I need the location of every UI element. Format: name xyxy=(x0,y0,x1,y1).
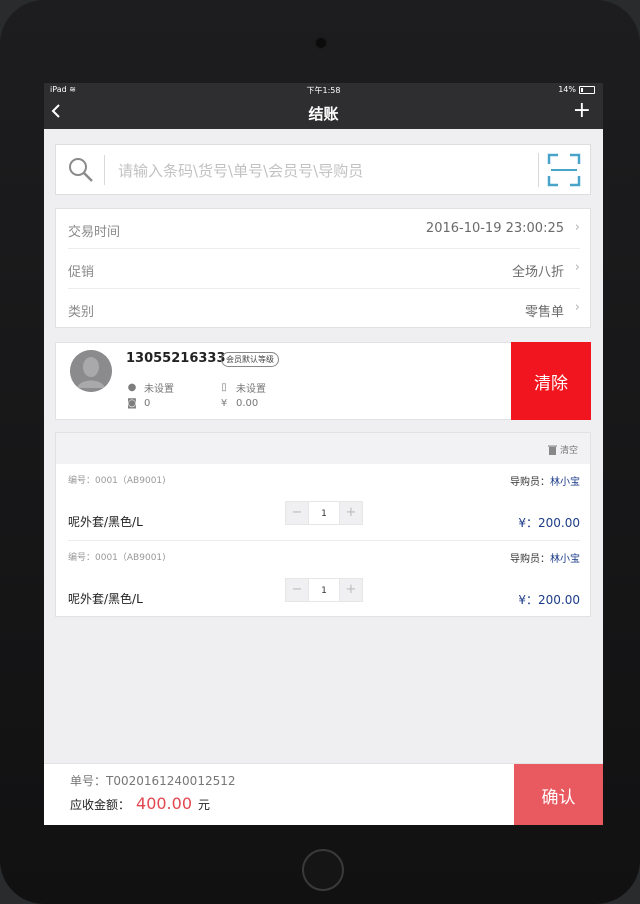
clear-cart-button[interactable]: 清空 xyxy=(547,443,578,456)
battery-icon xyxy=(579,85,595,94)
amount-currency: 元 xyxy=(198,798,211,812)
promo-row[interactable]: 促销 全场八折 › xyxy=(68,249,580,289)
order-number: 单号：T0020161240012512 xyxy=(70,774,236,788)
chevron-right-icon: › xyxy=(574,300,580,315)
member-phone: 13055216333 xyxy=(126,351,226,366)
add-button[interactable]: + xyxy=(573,98,591,123)
screen: iPad ≋ 下午1:58 14% 结账 + 请输入条码\货号\单号\会员号\导… xyxy=(44,83,603,825)
scan-icon[interactable] xyxy=(545,151,583,189)
page-title: 结账 xyxy=(308,105,339,123)
decrease-button[interactable]: − xyxy=(285,501,309,525)
status-time: 下午1:58 xyxy=(306,86,341,95)
status-bar: iPad ≋ 下午1:58 14% xyxy=(44,83,603,97)
item-guide: 导购员：林小宝 xyxy=(510,477,580,488)
quantity-value[interactable]: 1 xyxy=(309,578,339,602)
amount-due: 应收金额： 400.00 元 xyxy=(70,794,210,813)
item-price: ¥：200.00 xyxy=(518,593,580,607)
tablet-frame: iPad ≋ 下午1:58 14% 结账 + 请输入条码\货号\单号\会员号\导… xyxy=(0,0,640,904)
member-card: 13055216333 会员默认等级 ● 未设置 ▯ 未设置 ◙ 0 ¥ 0.0… xyxy=(55,342,591,420)
user-avatar-icon xyxy=(70,350,112,392)
increase-button[interactable]: + xyxy=(339,578,363,602)
phone-icon: ▯ xyxy=(221,382,227,393)
trash-icon xyxy=(547,445,557,455)
clear-member-button[interactable]: 清除 xyxy=(511,342,591,420)
amount-value: 400.00 xyxy=(136,794,192,813)
scan-divider xyxy=(538,153,539,187)
person-icon: ● xyxy=(127,382,137,393)
member-balance-field: ¥ 0.00 xyxy=(218,398,258,409)
quantity-value[interactable]: 1 xyxy=(309,501,339,525)
item-code: 编号：0001（AB9001) xyxy=(68,553,166,563)
member-name-field: ● 未设置 xyxy=(127,382,174,395)
member-level-badge: 会员默认等级 xyxy=(221,352,279,367)
item-name: 呢外套/黑色/L xyxy=(68,515,143,529)
promo-label: 促销 xyxy=(68,265,95,280)
avatar xyxy=(70,350,112,392)
category-row[interactable]: 类别 零售单 › xyxy=(68,289,580,328)
amount-label: 应收金额： xyxy=(70,798,131,812)
item-price: ¥：200.00 xyxy=(518,516,580,530)
category-value: 零售单 xyxy=(524,305,564,320)
cart-header: 清空 xyxy=(56,433,590,464)
trade-time-row[interactable]: 交易时间 2016-10-19 23:00:25 › xyxy=(68,209,580,249)
trade-time-value: 2016-10-19 23:00:25 xyxy=(425,221,564,236)
item-name: 呢外套/黑色/L xyxy=(68,592,143,606)
home-button[interactable] xyxy=(302,849,344,891)
trade-time-label: 交易时间 xyxy=(68,225,121,240)
item-code: 编号：0001（AB9001) xyxy=(68,476,166,486)
status-battery: 14% xyxy=(558,85,595,94)
cart-item[interactable]: 编号：0001（AB9001) 导购员：林小宝 − 1 + 呢外套/黑色/L ¥… xyxy=(68,464,580,541)
cart-list: 清空 编号：0001（AB9001) 导购员：林小宝 − 1 + 呢外套/黑色/… xyxy=(55,432,591,617)
cart-item[interactable]: 编号：0001（AB9001) 导购员：林小宝 − 1 + 呢外套/黑色/L ¥… xyxy=(68,541,580,617)
chevron-right-icon: › xyxy=(574,260,580,275)
promo-value: 全场八折 xyxy=(511,265,564,280)
increase-button[interactable]: + xyxy=(339,501,363,525)
transaction-info: 交易时间 2016-10-19 23:00:25 › 促销 全场八折 › 类别 … xyxy=(55,208,591,328)
confirm-button[interactable]: 确认 xyxy=(514,764,603,825)
quantity-stepper: − 1 + xyxy=(285,578,363,602)
yen-icon: ¥ xyxy=(220,398,228,409)
quantity-stepper: − 1 + xyxy=(285,501,363,525)
category-label: 类别 xyxy=(68,305,95,320)
search-input[interactable] xyxy=(116,157,530,185)
search-bar xyxy=(55,144,591,195)
camera xyxy=(316,38,326,48)
search-divider xyxy=(104,155,105,185)
search-icon xyxy=(69,158,93,182)
decrease-button[interactable]: − xyxy=(285,578,309,602)
member-points-field: ◙ 0 xyxy=(127,398,151,409)
coins-icon: ◙ xyxy=(127,398,137,409)
nav-bar: 结账 + xyxy=(44,97,603,129)
checkout-footer: 单号：T0020161240012512 应收金额： 400.00 元 确认 xyxy=(44,763,603,825)
chevron-right-icon: › xyxy=(574,220,580,235)
item-guide: 导购员：林小宝 xyxy=(510,554,580,565)
member-mobile-field: ▯ 未设置 xyxy=(218,380,266,395)
